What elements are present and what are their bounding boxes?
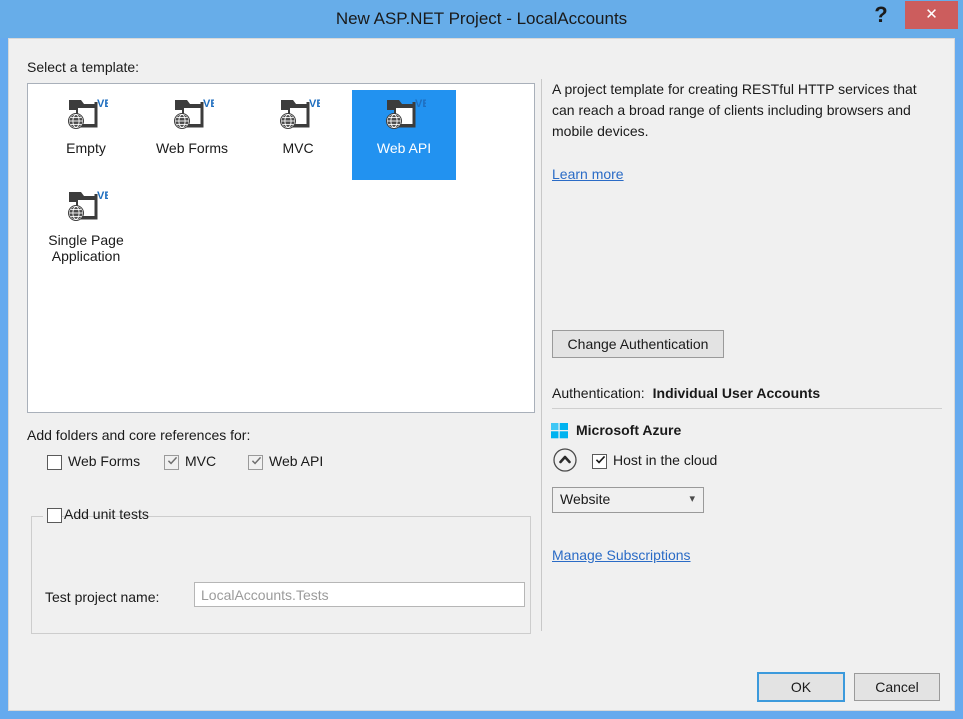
template-tile-label: Single Page Application <box>48 232 124 264</box>
template-tile-label: MVC <box>282 140 314 156</box>
template-tile-single-page-application[interactable]: VB Single Page Application <box>34 182 138 272</box>
vb-web-project-icon: VB <box>68 98 108 129</box>
web-forms-label: Web Forms <box>68 453 141 469</box>
template-tile-web-forms[interactable]: VB Web Forms <box>140 90 244 180</box>
web-api-checkbox[interactable] <box>248 455 263 470</box>
host-in-cloud-checkbox[interactable] <box>592 454 607 469</box>
check-icon <box>595 455 606 464</box>
template-description: A project template for creating RESTful … <box>552 81 917 139</box>
vb-web-project-icon: VB <box>68 190 108 221</box>
test-project-name-label: Test project name: <box>45 589 160 605</box>
host-in-cloud-label: Host in the cloud <box>613 452 718 468</box>
add-folders-label: Add folders and core references for: <box>27 427 251 443</box>
template-tile-web-api[interactable]: VB Web API <box>352 90 456 180</box>
check-icon <box>251 456 262 465</box>
resource-type-dropdown[interactable]: Website ▾ <box>552 487 704 513</box>
template-list[interactable]: VB Empty VB Web Forms VB MVC <box>27 83 535 413</box>
select-template-label: Select a template: <box>27 59 140 75</box>
svg-text:VB: VB <box>97 98 108 110</box>
check-icon <box>167 456 178 465</box>
title-bar: New ASP.NET Project - LocalAccounts ? ✕ <box>0 0 963 38</box>
template-tile-label: Empty <box>66 140 106 156</box>
dialog-body: Select a template: VB Empty VB Web Forms <box>8 38 955 711</box>
authentication-label: Authentication: <box>552 385 645 401</box>
authentication-row: Authentication: Individual User Accounts <box>552 385 820 401</box>
add-unit-tests-checkbox[interactable] <box>47 508 62 523</box>
checkbox-row-add-unit-tests[interactable]: Add unit tests <box>43 506 149 528</box>
mvc-checkbox[interactable] <box>164 455 179 470</box>
resource-type-value: Website <box>560 491 611 507</box>
chevron-up-icon[interactable] <box>552 447 578 473</box>
chevron-down-icon: ▾ <box>689 493 695 505</box>
template-tile-label: Web API <box>376 140 432 156</box>
close-button[interactable]: ✕ <box>905 1 958 29</box>
template-tile-empty[interactable]: VB Empty <box>34 90 138 180</box>
mvc-label: MVC <box>185 453 217 469</box>
ok-button[interactable]: OK <box>757 672 845 702</box>
azure-section-title: Microsoft Azure <box>576 422 682 438</box>
template-grid: VB Empty VB Web Forms VB MVC <box>28 84 534 274</box>
authentication-divider <box>552 408 942 409</box>
svg-text:VB: VB <box>415 98 426 110</box>
cancel-button[interactable]: Cancel <box>854 673 940 701</box>
microsoft-azure-logo-icon <box>551 423 568 439</box>
panel-divider <box>541 79 542 631</box>
new-aspnet-project-dialog: New ASP.NET Project - LocalAccounts ? ✕ … <box>0 0 963 719</box>
template-tile-mvc[interactable]: VB MVC <box>246 90 350 180</box>
svg-text:VB: VB <box>203 98 214 110</box>
manage-subscriptions-link[interactable]: Manage Subscriptions <box>552 547 691 563</box>
test-project-name-input[interactable] <box>194 582 525 607</box>
template-tile-label: Web Forms <box>155 140 229 156</box>
window-title: New ASP.NET Project - LocalAccounts <box>335 9 628 28</box>
svg-text:VB: VB <box>309 98 320 110</box>
vb-web-project-icon: VB <box>174 98 214 129</box>
web-forms-checkbox[interactable] <box>47 455 62 470</box>
authentication-value: Individual User Accounts <box>652 385 821 401</box>
help-button[interactable]: ? <box>860 0 902 30</box>
svg-text:VB: VB <box>97 190 108 202</box>
web-api-label: Web API <box>269 453 324 469</box>
change-authentication-button[interactable]: Change Authentication <box>552 330 724 358</box>
unit-tests-group <box>31 516 531 634</box>
learn-more-link[interactable]: Learn more <box>552 166 624 182</box>
vb-web-project-icon: VB <box>280 98 320 129</box>
add-unit-tests-label: Add unit tests <box>64 506 149 522</box>
vb-web-project-icon: VB <box>386 98 426 129</box>
